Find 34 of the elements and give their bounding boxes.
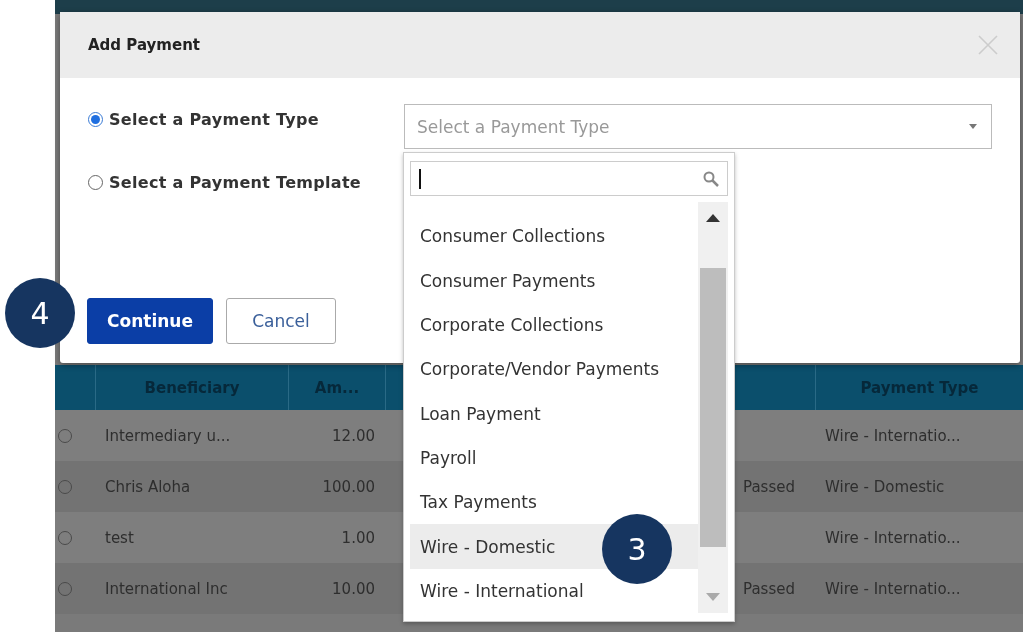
- cancel-button[interactable]: Cancel: [226, 298, 336, 344]
- table-cell-text: 100.00: [321, 477, 376, 496]
- table-cell-text: 10.00: [331, 579, 376, 598]
- step-badge: 4: [5, 278, 75, 348]
- table-cell-text: Wire - Internatio...: [824, 528, 962, 547]
- table-cell-text: 1.00: [340, 528, 376, 547]
- search-icon: [703, 170, 719, 187]
- dropdown-option[interactable]: Consumer Payments: [410, 258, 698, 303]
- text-cursor: [419, 168, 421, 189]
- table-cell-text: Chris Aloha: [104, 477, 192, 496]
- dropdown-option[interactable]: Corporate Collections: [410, 302, 698, 348]
- continue-button[interactable]: Continue: [87, 298, 213, 344]
- table-cell-text: Wire - Internatio...: [824, 579, 962, 598]
- table-cell: Passed: [743, 579, 795, 598]
- table-cell-text: Wire - Domestic: [824, 477, 946, 496]
- scrollbar[interactable]: [698, 202, 728, 613]
- close-icon[interactable]: [978, 35, 998, 55]
- table-cell: Passed: [743, 477, 795, 496]
- table-cell-text: International Inc: [104, 579, 229, 598]
- dropdown-option[interactable]: Payroll: [410, 435, 698, 481]
- caret-icon: [969, 124, 977, 129]
- dropdown-option[interactable]: Corporate/Vendor Payments: [410, 347, 698, 392]
- table-cell-text: Wire - Internatio...: [824, 426, 962, 445]
- scroll-down-icon[interactable]: [706, 593, 720, 601]
- scroll-up-icon[interactable]: [706, 214, 720, 223]
- dropdown-option[interactable]: Loan Payment: [410, 391, 698, 436]
- radio-option[interactable]: Select a Payment Type: [88, 110, 368, 129]
- table-cell-text: test: [104, 528, 135, 547]
- table-cell-text: Intermediary u...: [104, 426, 232, 445]
- dialog-title: Add Payment: [88, 36, 200, 54]
- dropdown-option[interactable]: Consumer Collections: [410, 214, 698, 259]
- radio-option[interactable]: Select a Payment Template: [88, 173, 368, 192]
- table-cell-text: 12.00: [331, 426, 376, 445]
- search-field[interactable]: [410, 161, 728, 197]
